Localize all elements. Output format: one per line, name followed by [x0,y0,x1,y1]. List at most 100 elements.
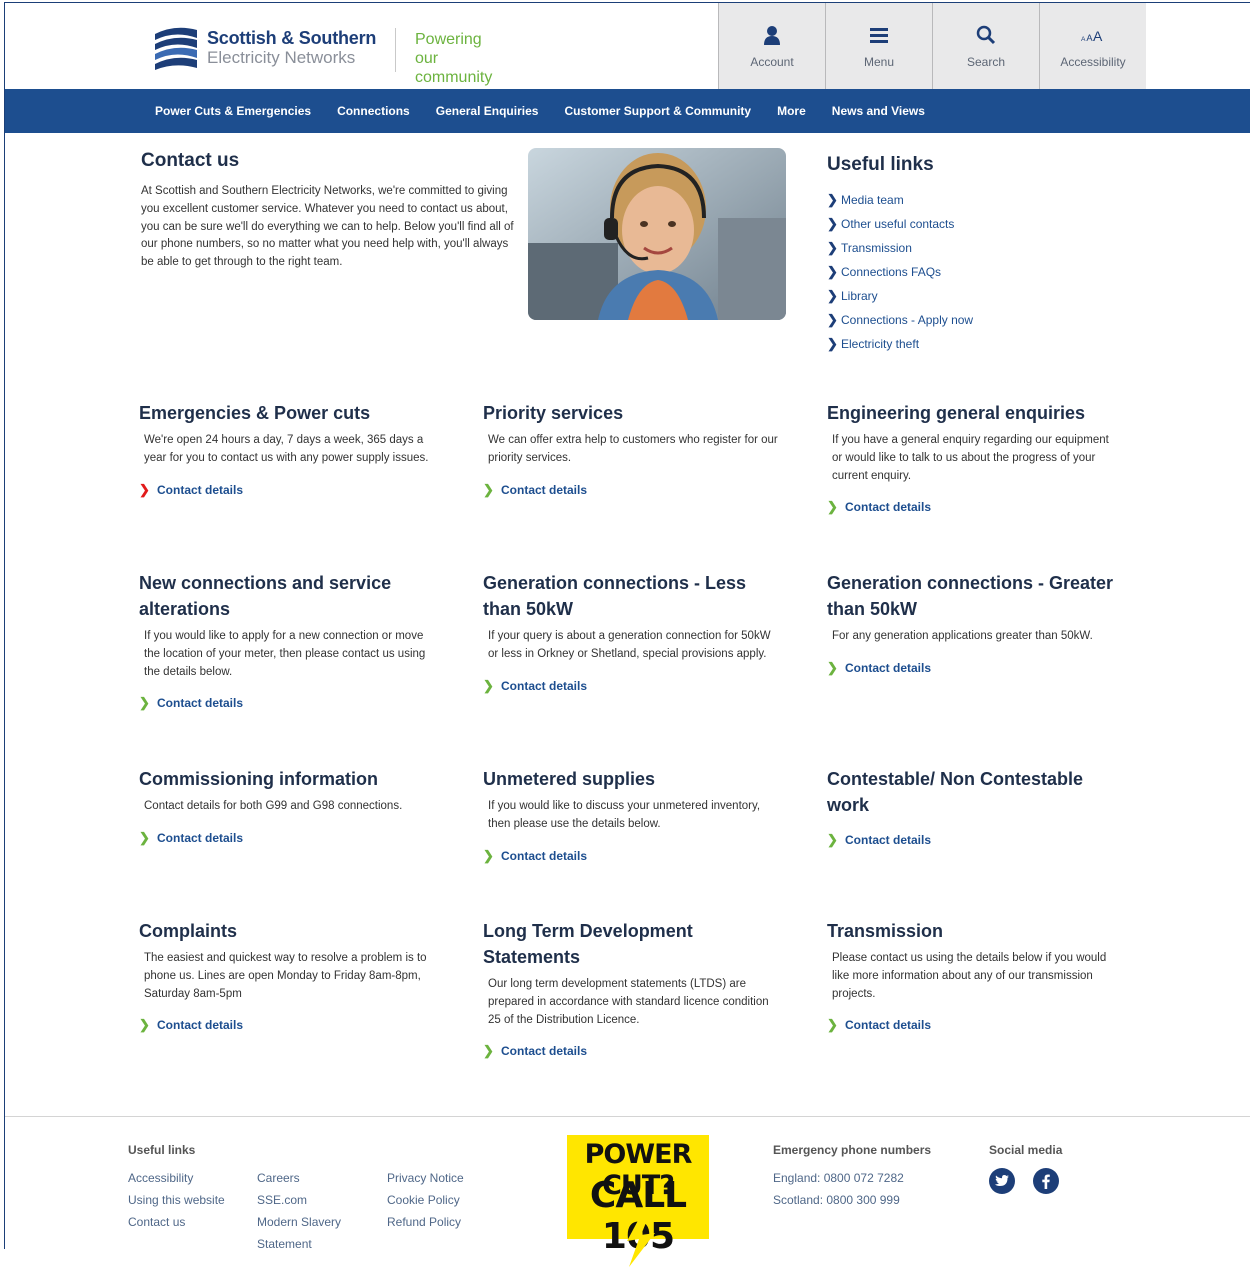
card-ltds: Long Term Development Statements Our lon… [483,918,783,1059]
card-unmetered-supplies: Unmetered supplies If you would like to … [483,766,783,864]
contact-details-link[interactable]: ❯ Contact details [483,1043,783,1059]
contact-details-label: Contact details [501,1044,588,1059]
footer-link-accessibility[interactable]: Accessibility [128,1167,225,1189]
useful-link-connections-faqs[interactable]: ❯ Connections FAQs [827,260,1127,284]
card-description: Contact details for both G99 and G98 con… [144,800,403,812]
card-title: Priority services [483,403,624,423]
intro-text: At Scottish and Southern Electricity Net… [141,185,514,269]
card-priority-services: Priority services We can offer extra hel… [483,400,783,498]
accessibility-label: Accessibility [1060,55,1126,69]
card-description: The easiest and quickest way to resolve … [144,952,427,1000]
chevron-right-icon: ❯ [139,695,150,711]
contact-details-label: Contact details [501,848,588,863]
useful-link-electricity-theft[interactable]: ❯ Electricity theft [827,332,1127,356]
contact-details-label: Contact details [157,830,244,845]
footer-links-col2: Careers SSE.com Modern Slavery Statement [257,1167,341,1255]
footer-link-contact-us[interactable]: Contact us [128,1211,225,1233]
chevron-right-icon: ❯ [827,216,838,231]
svg-text:A: A [1086,33,1093,43]
nav-item-general-enquiries[interactable]: General Enquiries [436,89,539,133]
contact-details-link[interactable]: ❯ Contact details [483,678,783,694]
nav-item-connections[interactable]: Connections [337,89,410,133]
twitter-icon[interactable] [989,1168,1015,1194]
card-transmission: Transmission Please contact us using the… [827,918,1127,1033]
footer-link-cookie[interactable]: Cookie Policy [387,1189,464,1211]
main-nav: Power Cuts & Emergencies Connections Gen… [5,89,1250,133]
footer-link-careers[interactable]: Careers [257,1167,341,1189]
social-links [989,1168,1059,1194]
header-tools: Account Menu Search A A A Accessibility [718,3,1146,89]
card-title: Transmission [827,921,944,941]
contact-details-label: Contact details [157,1018,244,1033]
contact-details-link[interactable]: ❯ Contact details [139,1017,439,1033]
chevron-right-icon: ❯ [827,312,838,327]
useful-link-other-contacts[interactable]: ❯ Other useful contacts [827,212,1127,236]
nav-item-more[interactable]: More [777,89,806,133]
footer-link-sse[interactable]: SSE.com [257,1189,341,1211]
chevron-right-icon: ❯ [827,832,838,847]
scotland-number[interactable]: Scotland: 0800 300 999 [773,1189,904,1211]
england-number[interactable]: England: 0800 072 7282 [773,1167,904,1189]
menu-button[interactable]: Menu [825,3,932,89]
contact-details-label: Contact details [845,500,932,515]
facebook-icon[interactable] [1033,1168,1059,1194]
nav-item-customer-support[interactable]: Customer Support & Community [564,89,751,133]
useful-link-library[interactable]: ❯ Library [827,284,1127,308]
contact-details-link[interactable]: ❯ Contact details [827,660,1127,676]
contact-details-label: Contact details [501,678,588,693]
site-logo[interactable]: Scottish & Southern Electricity Networks… [153,26,492,86]
power-cut-call-105-banner[interactable]: POWER CUT? CALL 105 [567,1135,709,1267]
card-description: If you have a general enquiry regarding … [832,434,1109,482]
text-size-icon: A A A [1081,23,1105,47]
useful-link-media-team[interactable]: ❯ Media team [827,188,1127,212]
useful-link-apply-now[interactable]: ❯ Connections - Apply now [827,308,1127,332]
nav-item-news[interactable]: News and Views [832,89,925,133]
useful-links-title: Useful links [827,154,934,175]
footer-links-col3: Privacy Notice Cookie Policy Refund Poli… [387,1167,464,1233]
footer-link-modern-slavery-cont[interactable]: Statement [257,1233,341,1255]
chevron-right-icon: ❯ [139,481,150,497]
accessibility-button[interactable]: A A A Accessibility [1039,3,1146,89]
card-engineering-enquiries: Engineering general enquiries If you hav… [827,400,1127,515]
card-description: We can offer extra help to customers who… [488,434,778,464]
account-button[interactable]: Account [718,3,825,89]
card-description: If you would like to discuss your unmete… [488,800,761,830]
lightning-bolt-icon [627,1215,655,1267]
footer-link-modern-slavery[interactable]: Modern Slavery [257,1211,341,1233]
card-description: We're open 24 hours a day, 7 days a week… [144,434,429,464]
contact-details-label: Contact details [845,1018,932,1033]
menu-label: Menu [863,55,895,69]
useful-link-label: Transmission [841,241,912,255]
search-icon [974,23,998,47]
user-icon [760,23,784,47]
page-title: Contact us [141,150,240,171]
tagline-line1: Powering our [415,31,482,67]
logo-subtitle: Electricity Networks [207,48,356,67]
useful-link-label: Library [841,289,878,303]
useful-link-label: Media team [841,193,904,207]
contact-details-link[interactable]: ❯ Contact details [827,832,1127,848]
card-description: Please contact us using the details belo… [832,952,1107,1000]
site-footer: Useful links Accessibility Using this we… [5,1116,1250,1267]
contact-details-label: Contact details [845,660,932,675]
chevron-right-icon: ❯ [827,336,838,351]
contact-details-link[interactable]: ❯ Contact details [139,830,439,846]
footer-link-privacy[interactable]: Privacy Notice [387,1167,464,1189]
footer-link-using-website[interactable]: Using this website [128,1189,225,1211]
footer-link-refund[interactable]: Refund Policy [387,1211,464,1233]
footer-useful-links-title: Useful links [128,1143,196,1157]
card-generation-greater-50kw: Generation connections - Greater than 50… [827,570,1127,676]
contact-details-link[interactable]: ❯ Contact details [827,1017,1127,1033]
contact-details-link[interactable]: ❯ Contact details [483,482,783,498]
contact-details-link[interactable]: ❯ Contact details [827,499,1127,515]
search-button[interactable]: Search [932,3,1039,89]
contact-details-link[interactable]: ❯ Contact details [483,848,783,864]
useful-link-transmission[interactable]: ❯ Transmission [827,236,1127,260]
call-centre-photo [528,148,786,320]
chevron-right-icon: ❯ [827,264,838,279]
nav-item-power-cuts[interactable]: Power Cuts & Emergencies [155,89,311,133]
contact-details-link[interactable]: ❯ Contact details [139,695,439,711]
useful-links-panel: Useful links ❯ Media team ❯ Other useful c… [827,154,1127,356]
card-commissioning: Commissioning information Contact detail… [139,766,439,846]
contact-details-link[interactable]: ❯ Contact details [139,482,439,498]
